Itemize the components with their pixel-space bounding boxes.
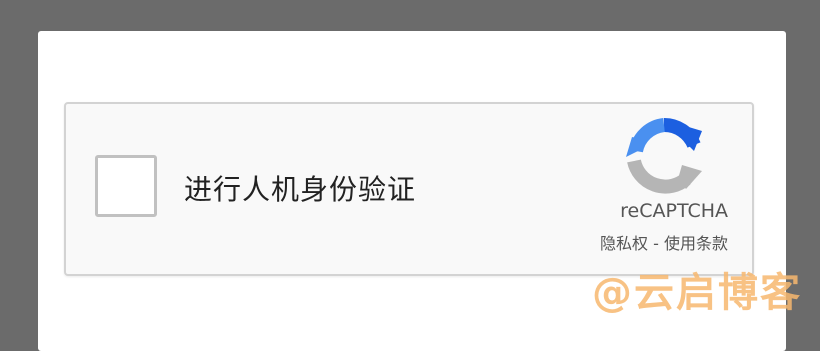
privacy-link[interactable]: 隐私权 bbox=[600, 234, 648, 253]
recaptcha-checkbox-label[interactable]: 进行人机身份验证 bbox=[184, 168, 416, 208]
recaptcha-logo-icon bbox=[624, 117, 704, 197]
recaptcha-links: 隐私权 - 使用条款 bbox=[600, 230, 728, 254]
recaptcha-brand: reCAPTCHA bbox=[620, 200, 728, 222]
watermark: @云启博客 bbox=[592, 260, 802, 318]
terms-link[interactable]: 使用条款 bbox=[664, 234, 728, 253]
recaptcha-checkbox[interactable] bbox=[95, 155, 157, 217]
link-separator: - bbox=[648, 234, 664, 253]
recaptcha-widget: 进行人机身份验证 reCAPTCHA 隐私权 - 使用条款 bbox=[64, 102, 754, 276]
